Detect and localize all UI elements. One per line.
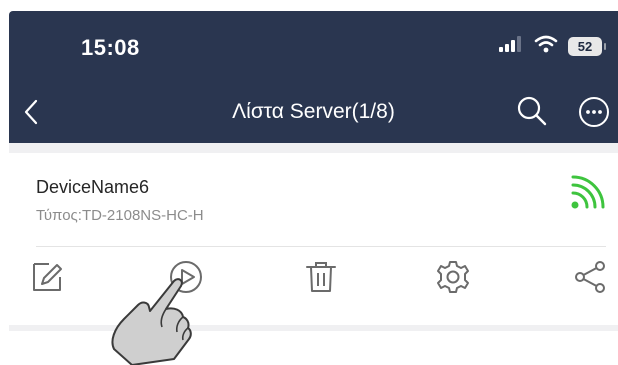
search-icon bbox=[517, 96, 547, 126]
app-header: 15:08 52 Λίστα Server(1/8) bbox=[9, 11, 618, 143]
signal-bars-icon bbox=[498, 36, 524, 57]
share-button[interactable] bbox=[572, 259, 608, 295]
settings-button[interactable] bbox=[435, 259, 471, 295]
status-time: 15:08 bbox=[81, 35, 140, 60]
edit-icon bbox=[33, 263, 62, 291]
tap-hand-icon bbox=[104, 271, 200, 365]
delete-button[interactable] bbox=[303, 259, 339, 295]
device-type: Τύπος:TD-2108NS-HC-H bbox=[36, 207, 204, 224]
delete-icon bbox=[306, 262, 336, 292]
share-icon bbox=[575, 261, 605, 293]
more-options-icon bbox=[579, 97, 609, 127]
card-divider bbox=[36, 246, 606, 247]
settings-icon bbox=[437, 261, 469, 293]
edit-button[interactable] bbox=[29, 259, 65, 295]
app-screen: 15:08 52 Λίστα Server(1/8) DeviceName6 Τ… bbox=[9, 11, 618, 331]
status-icons: 52 bbox=[498, 35, 606, 58]
more-options-button[interactable] bbox=[577, 95, 611, 129]
battery-icon: 52 bbox=[568, 37, 606, 56]
device-card[interactable]: DeviceName6 Τύπος:TD-2108NS-HC-H bbox=[9, 153, 618, 325]
search-button[interactable] bbox=[515, 94, 549, 128]
device-name: DeviceName6 bbox=[36, 177, 150, 197]
wifi-online-icon bbox=[567, 173, 607, 213]
wifi-status-icon bbox=[534, 35, 558, 58]
